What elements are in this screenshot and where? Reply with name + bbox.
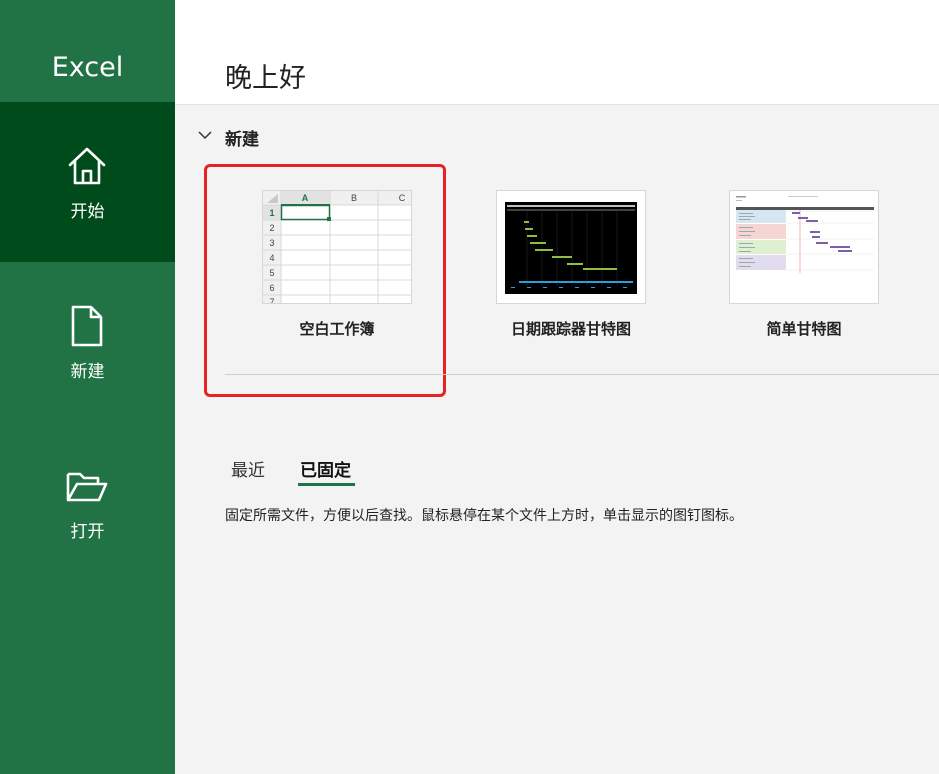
row-header: 2 xyxy=(269,223,274,233)
template-label: 简单甘特图 xyxy=(766,320,842,338)
section-title-new: 新建 xyxy=(225,130,259,150)
template-thumbnail: A B C 1 2 3 4 5 6 7 xyxy=(262,190,412,304)
template-simple-gantt[interactable]: 简单甘特图 xyxy=(729,190,879,338)
divider xyxy=(225,374,939,375)
greeting: 晚上好 xyxy=(225,63,306,94)
row-header: 5 xyxy=(269,268,274,278)
row-header: 4 xyxy=(269,253,274,263)
pinned-hint-text: 固定所需文件，方便以后查找。鼠标悬停在某个文件上方时，单击显示的图钉图标。 xyxy=(225,508,743,524)
tab-pinned[interactable]: 已固定 xyxy=(300,456,351,481)
row-header: 6 xyxy=(269,283,274,293)
sidebar-item-new[interactable]: 新建 xyxy=(0,262,175,422)
gantt-tracker-preview xyxy=(505,202,637,294)
sidebar-item-label: 打开 xyxy=(70,522,105,542)
template-thumbnail xyxy=(729,190,879,304)
app-title: Excel xyxy=(51,52,124,83)
column-header: C xyxy=(399,193,406,203)
active-tab-indicator xyxy=(298,483,355,486)
sidebar-item-label: 新建 xyxy=(70,362,105,382)
sidebar-item-label: 开始 xyxy=(70,202,105,222)
template-label: 日期跟踪器甘特图 xyxy=(510,320,631,338)
open-folder-icon xyxy=(66,472,108,502)
sidebar-item-home[interactable]: 开始 xyxy=(0,102,175,262)
tab-recent[interactable]: 最近 xyxy=(231,456,265,481)
simple-gantt-preview xyxy=(736,196,874,273)
column-header: A xyxy=(302,193,309,203)
sidebar-item-open[interactable]: 打开 xyxy=(0,422,175,582)
template-date-tracker-gantt[interactable]: 日期跟踪器甘特图 xyxy=(496,190,646,338)
template-label: 空白工作簿 xyxy=(299,320,375,338)
new-document-icon xyxy=(71,305,103,347)
row-header: 7 xyxy=(269,297,274,304)
main-content: 晚上好 新建 A B C 1 2 3 4 5 6 7 空白工作簿 日期跟踪器甘特… xyxy=(175,0,939,774)
template-thumbnail xyxy=(496,190,646,304)
chevron-down-icon[interactable] xyxy=(197,127,213,143)
template-blank-workbook[interactable]: A B C 1 2 3 4 5 6 7 空白工作簿 xyxy=(262,190,412,338)
sidebar: Excel 开始 新建 打开 xyxy=(0,0,175,774)
column-header: B xyxy=(351,193,357,203)
home-icon xyxy=(68,147,106,185)
blank-sheet-grid: A B C 1 2 3 4 5 6 7 xyxy=(263,191,411,304)
row-header: 1 xyxy=(269,208,274,218)
header: 晚上好 xyxy=(175,0,939,105)
row-header: 3 xyxy=(269,238,274,248)
